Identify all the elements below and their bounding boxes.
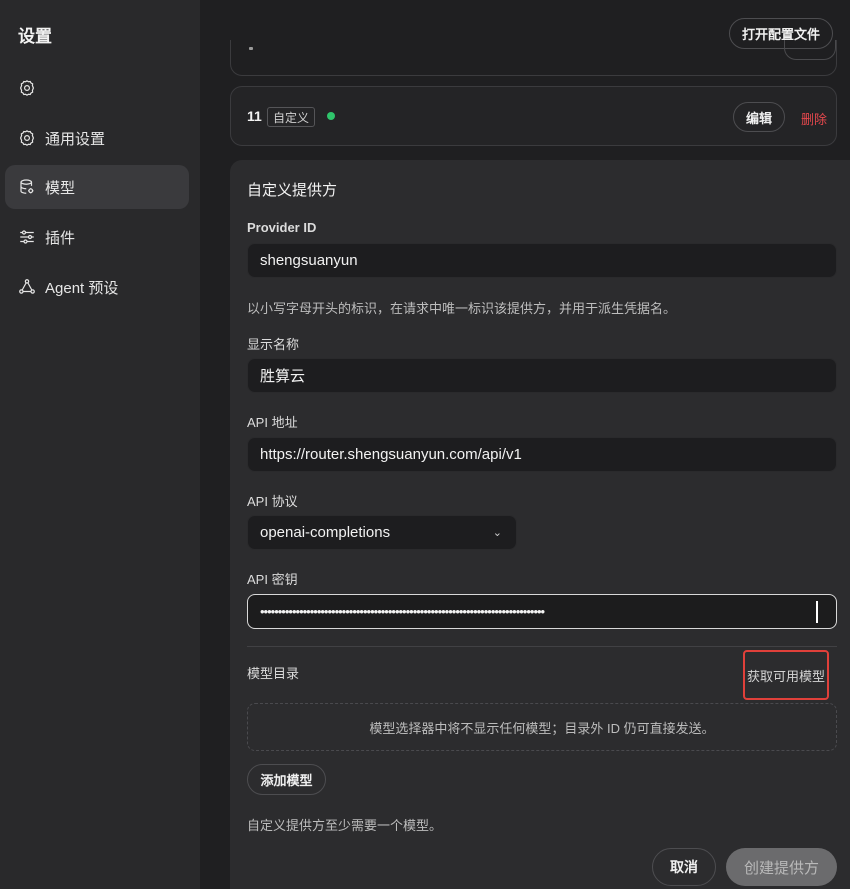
fetch-available-models-button[interactable]: 获取可用模型 [743,650,829,700]
provider-card-previous[interactable] [230,40,837,76]
sidebar-item-models[interactable]: 模型 [5,165,189,209]
api-protocol-value: openai-completions [260,524,391,541]
sidebar-item-label: 通用设置 [45,130,106,148]
api-url-input[interactable]: https://router.shengsuanyun.com/api/v1 [247,437,837,472]
provider-id-hint: 以小写字母开头的标识，在请求中唯一标识该提供方，并用于派生凭据名。 [247,301,677,316]
api-key-input[interactable]: ••••••••••••••••••••••••••••••••••••••••… [247,594,837,629]
sidebar-item-label: 插件 [45,229,76,247]
main-content: 打开配置文件 11 自定义 编辑 删除 自定义提供方 Provider ID s… [200,0,850,889]
database-icon [18,178,36,196]
api-key-label: API 密钥 [247,572,298,587]
display-name-input[interactable]: 胜算云 [247,358,837,393]
delete-button[interactable]: 删除 [801,109,827,128]
provider-card[interactable]: 11 自定义 编辑 删除 [230,86,837,146]
api-protocol-select[interactable]: openai-completions ⌄ [247,515,517,550]
sidebar-item-plugins[interactable]: 插件 [5,215,189,259]
custom-provider-form: 自定义提供方 Provider ID shengsuanyun 以小写字母开头的… [230,160,850,889]
sidebar: 设置 通用设置 模型 插件 Agent 预设 [0,0,200,889]
create-provider-button[interactable]: 创建提供方 [726,848,837,886]
provider-type-badge: 自定义 [267,107,316,127]
model-requirement-note: 自定义提供方至少需要一个模型。 [247,818,443,833]
display-name-label: 显示名称 [247,337,300,352]
truncated-button[interactable] [784,40,836,60]
form-title: 自定义提供方 [247,182,338,199]
divider [247,646,837,647]
add-model-button[interactable]: 添加模型 [247,764,326,795]
provider-id-input[interactable]: shengsuanyun [247,243,837,278]
text-caret [816,601,818,623]
chevron-down-icon: ⌄ [492,527,502,539]
sidebar-item-label: Agent 预设 [45,279,119,297]
provider-id-label: Provider ID [247,220,317,235]
sidebar-item-settings-icon-only[interactable] [5,66,189,110]
cancel-button[interactable]: 取消 [652,848,716,886]
agent-nodes-icon [18,278,36,296]
api-url-label: API 地址 [247,415,298,430]
sliders-icon [18,228,36,246]
api-protocol-label: API 协议 [247,494,298,509]
provider-number: 11 [247,108,262,124]
model-catalog-label: 模型目录 [247,666,300,681]
sidebar-item-general[interactable]: 通用设置 [5,116,189,160]
api-key-value: ••••••••••••••••••••••••••••••••••••••••… [260,604,545,619]
sidebar-item-agent-presets[interactable]: Agent 预设 [5,265,189,309]
truncated-text-fragment [249,47,253,50]
sidebar-item-label: 模型 [45,179,76,197]
gear-icon [18,79,36,97]
gear-icon [18,129,36,147]
edit-button[interactable]: 编辑 [733,102,785,132]
sidebar-title: 设置 [18,27,52,46]
model-list-empty-state: 模型选择器中将不显示任何模型；目录外 ID 仍可直接发送。 [247,703,837,751]
status-dot [327,112,335,120]
